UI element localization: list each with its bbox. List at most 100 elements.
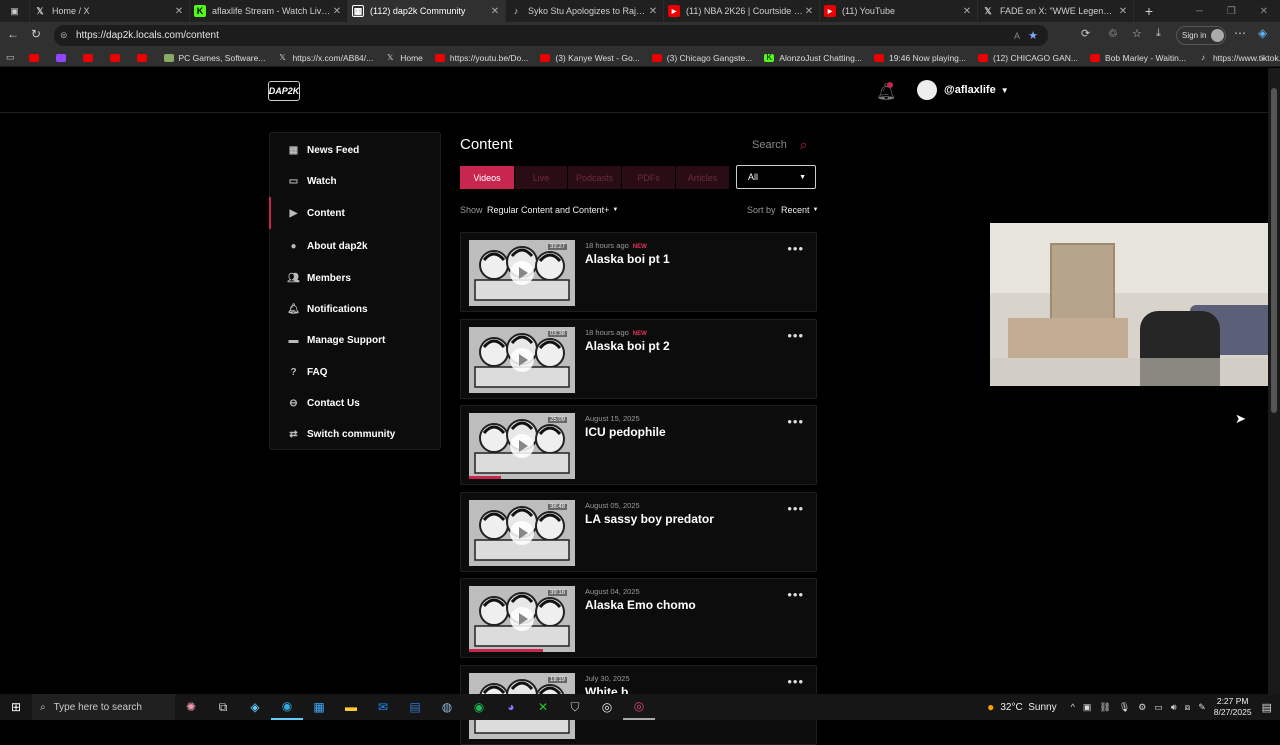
windows-start-icon[interactable]: ⊞	[0, 694, 32, 720]
task-view-icon[interactable]: ⧉	[207, 694, 239, 720]
post-title[interactable]: Alaska boi pt 2	[585, 339, 670, 353]
pen-icon[interactable]: ✎	[1198, 702, 1206, 713]
steam-icon[interactable]: ◍	[431, 694, 463, 720]
sidebar-item-members[interactable]: 👥︎ Members	[270, 265, 440, 291]
clock[interactable]: 2:27 PM 8/27/2025	[1214, 696, 1252, 718]
close-window-icon[interactable]: ✕	[1260, 6, 1268, 17]
copilot-icon[interactable]: ◈	[1258, 26, 1267, 40]
more-options-icon[interactable]: •••	[787, 501, 804, 516]
bookmark-item[interactable]: (12) CHICAGO GAN...	[978, 53, 1078, 63]
bookmark-item[interactable]: 19:46 Now playing...	[873, 53, 966, 63]
extensions-icon[interactable]: ⟳	[1081, 27, 1090, 40]
sidebar-item-faq[interactable]: ? FAQ	[270, 359, 440, 385]
bookmark-item[interactable]: K AlonzoJust Chatting...	[764, 53, 862, 63]
tray-app-icon[interactable]: ▣	[1083, 702, 1092, 713]
sidebar-item-switch-community[interactable]: ⇄ Switch community	[270, 421, 440, 447]
more-options-icon[interactable]: •••	[787, 414, 804, 429]
post-title[interactable]: Alaska Emo chomo	[585, 598, 696, 612]
downloads-icon[interactable]: ⤓	[1156, 27, 1161, 40]
sidebar-item-contact[interactable]: ⊖ Contact Us	[270, 390, 440, 416]
browser-tab[interactable]: K aflaxlife Stream - Watch Live on K ✕	[190, 0, 348, 22]
copilot-taskbar-icon[interactable]: ✺	[175, 694, 207, 720]
more-options-icon[interactable]: •••	[787, 587, 804, 602]
play-icon[interactable]	[510, 348, 534, 372]
post-card[interactable]: 39:18 August 04, 2025 Alaska Emo chomo •••	[460, 578, 817, 658]
play-icon[interactable]	[510, 261, 534, 285]
video-thumbnail[interactable]: 33:27	[469, 240, 575, 306]
bookmark-item[interactable]: https://youtu.be/Do...	[434, 53, 528, 63]
tab-actions-icon[interactable]: ▣	[0, 0, 30, 22]
weather-text[interactable]: 32°C Sunny	[1000, 702, 1056, 713]
bookmark-item[interactable]: PC Games, Software...	[163, 53, 265, 63]
bookmark-item[interactable]	[136, 53, 152, 62]
bookmark-item[interactable]: ♪ https://www.tiktok.c...	[1198, 53, 1280, 63]
tab-videos[interactable]: Videos	[460, 166, 514, 189]
favorite-star-icon[interactable]: ★	[1028, 29, 1038, 42]
tab-pdfs[interactable]: PDFs	[622, 166, 675, 189]
tab-articles[interactable]: Articles	[676, 166, 729, 189]
sidebar-item-notifications[interactable]: 🔔︎ Notifications	[270, 296, 440, 322]
chevron-right-icon[interactable]: ›	[1261, 53, 1264, 63]
tray-app-icon[interactable]: ⧈	[1184, 702, 1190, 713]
sidebar-item-content[interactable]: ▶ Content	[269, 197, 440, 229]
post-title[interactable]: ICU pedophile	[585, 425, 666, 439]
tray-app-icon[interactable]: ⛓	[1099, 702, 1110, 713]
post-card[interactable]: 03:38 18 hours ago NEW Alaska boi pt 2 •••	[460, 319, 817, 399]
sidebar-item-watch[interactable]: ▭ Watch	[270, 168, 440, 194]
minimize-icon[interactable]: ─	[1196, 6, 1203, 17]
bookmark-item[interactable]: 𝕏 Home	[385, 53, 423, 63]
close-icon[interactable]: ✕	[803, 6, 815, 17]
more-options-icon[interactable]: •••	[787, 241, 804, 256]
browser-tab[interactable]: ▶ (11) YouTube ✕	[820, 0, 978, 22]
tab-podcasts[interactable]: Podcasts	[568, 166, 621, 189]
video-thumbnail[interactable]: 03:38	[469, 327, 575, 393]
post-title[interactable]: Alaska boi pt 1	[585, 252, 670, 266]
close-icon[interactable]: ✕	[331, 6, 343, 17]
tray-chevron-up-icon[interactable]: ^	[1071, 702, 1075, 712]
user-menu[interactable]: @aflaxlife ▼	[917, 80, 1009, 100]
file-explorer-icon[interactable]: ▬	[335, 694, 367, 720]
bookmark-item[interactable]	[82, 53, 98, 62]
sidebar-item-manage-support[interactable]: ▬ Manage Support	[270, 327, 440, 353]
bookmark-item[interactable]: Bob Marley - Waitin...	[1090, 53, 1186, 63]
sidebar-item-about[interactable]: ● About dap2k	[270, 233, 440, 259]
search-input[interactable]: Search	[752, 139, 787, 151]
bookmark-item[interactable]: (3) Chicago Gangste...	[651, 53, 752, 63]
video-thumbnail[interactable]: 38:48	[469, 500, 575, 566]
browser-essentials-icon[interactable]: ♲	[1108, 27, 1118, 40]
calculator-icon[interactable]: ▤	[399, 694, 431, 720]
close-icon[interactable]: ✕	[173, 6, 185, 17]
close-icon[interactable]: ✕	[1117, 6, 1129, 17]
menu-dots-icon[interactable]: ⋯	[1234, 26, 1246, 40]
browser-tab-active[interactable]: ▦ (112) dap2k Community ✕	[348, 0, 506, 22]
site-logo[interactable]: DAP2K	[268, 81, 300, 101]
scope-select[interactable]: All ▼	[736, 165, 816, 189]
address-input[interactable]: ⊜ https://dap2k.locals.com/content ★ A	[54, 25, 1048, 46]
play-icon[interactable]	[510, 434, 534, 458]
favorites-icon[interactable]: ☆	[1132, 27, 1142, 40]
browser-tab[interactable]: 𝕏 Home / X ✕	[30, 0, 190, 22]
close-icon[interactable]: ✕	[647, 6, 659, 17]
xbox-icon[interactable]: ✕	[527, 694, 559, 720]
post-title[interactable]: LA sassy boy predator	[585, 512, 714, 526]
outlook-icon[interactable]: ✉	[367, 694, 399, 720]
sort-select[interactable]: Recent ▼	[781, 205, 818, 215]
taskbar-search-input[interactable]: ⌕ Type here to search	[32, 694, 175, 720]
store-icon[interactable]: ▦	[303, 694, 335, 720]
spotify-icon[interactable]: ◉	[463, 694, 495, 720]
copilot-app-icon[interactable]: ◈	[239, 694, 271, 720]
page-scrollbar[interactable]	[1268, 68, 1280, 694]
discord-icon[interactable]: ◕	[495, 694, 527, 720]
browser-tab[interactable]: 𝕏 FADE on X: "WWE Legend Mark ✕	[978, 0, 1134, 22]
play-icon[interactable]	[510, 607, 534, 631]
video-thumbnail[interactable]: 25:09	[469, 413, 575, 479]
refresh-icon[interactable]: ↻	[31, 27, 41, 41]
sidebar-item-news-feed[interactable]: ▦ News Feed	[270, 137, 440, 163]
browser-tab[interactable]: ♪ Syko Stu Apologizes to Raja Jack ✕	[506, 0, 664, 22]
more-options-icon[interactable]: •••	[787, 328, 804, 343]
site-info-icon[interactable]: ⊜	[60, 30, 68, 41]
read-aloud-icon[interactable]: A	[1014, 31, 1020, 41]
bookmark-item[interactable]	[55, 53, 71, 62]
edge-browser-icon[interactable]: ◉	[271, 694, 303, 720]
new-tab-button[interactable]: +	[1134, 0, 1164, 22]
